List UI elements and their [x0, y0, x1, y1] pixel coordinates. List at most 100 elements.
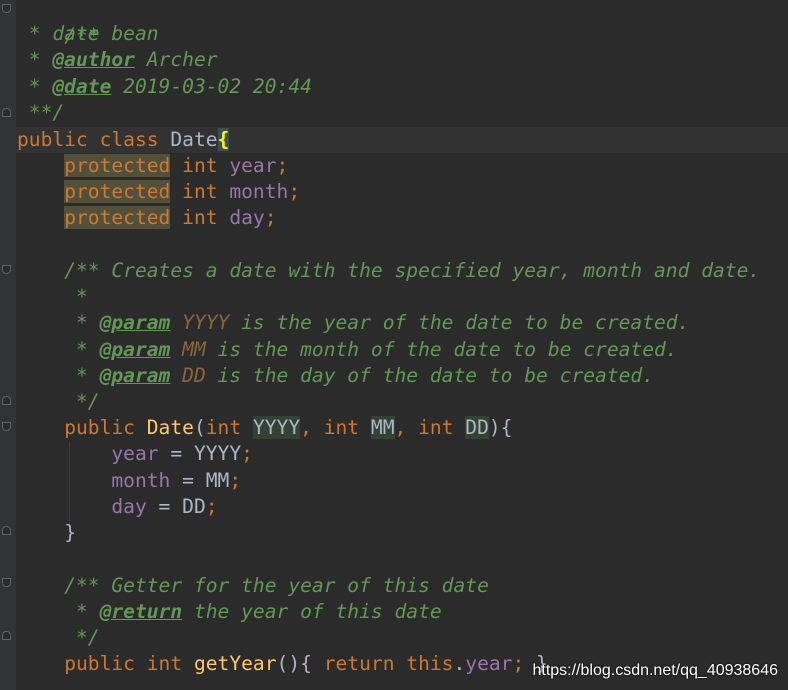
- fold-toggle-icon[interactable]: [2, 631, 11, 640]
- param-name: DD: [465, 416, 489, 439]
- class-name: Date: [170, 128, 218, 151]
- keyword: int: [182, 154, 218, 177]
- field-name: day: [111, 495, 147, 518]
- code-line: year = YYYY;: [17, 441, 253, 467]
- keyword: public: [17, 128, 88, 151]
- keyword: class: [99, 128, 159, 151]
- code-line: }: [17, 520, 76, 546]
- field-name: month: [111, 469, 171, 492]
- matched-brace: {: [217, 128, 230, 151]
- dot: .: [453, 652, 466, 675]
- javadoc-text: is the year of the date to be created.: [229, 311, 690, 334]
- keyword: int: [146, 652, 183, 675]
- paren: (: [193, 416, 206, 439]
- code-editor[interactable]: /** * date bean * @author Archer * @date…: [0, 0, 788, 690]
- code-line: * @date 2019-03-02 20:44: [17, 74, 312, 100]
- code-line: * @return the year of this date: [17, 599, 442, 625]
- keyword: return: [323, 652, 395, 675]
- javadoc-text: *: [64, 338, 100, 361]
- code-line: * @author Archer: [17, 47, 218, 73]
- javadoc-text: *: [64, 311, 100, 334]
- assignment: = YYYY: [158, 442, 242, 465]
- keyword: int: [182, 206, 218, 229]
- keyword: int: [182, 180, 218, 203]
- fold-toggle-icon[interactable]: [2, 396, 11, 405]
- keyword: int: [418, 416, 454, 439]
- code-line: public Date(int YYYY, int MM, int DD){: [17, 415, 512, 441]
- javadoc-tag: @param: [99, 311, 171, 334]
- keyword: int: [205, 416, 242, 439]
- code-line: public int getYear(){ return this.year; …: [17, 651, 548, 677]
- method-name: getYear: [193, 652, 277, 675]
- javadoc-text: date bean: [52, 22, 159, 45]
- field-name: year: [465, 652, 513, 675]
- fold-toggle-icon[interactable]: [2, 265, 11, 274]
- javadoc-text: *: [64, 364, 100, 387]
- javadoc-tag: @date: [52, 75, 112, 98]
- code-line: public class Date{: [17, 127, 230, 153]
- semicolon: ;: [205, 495, 218, 518]
- javadoc-tag: @author: [52, 48, 135, 71]
- code-line: /** Creates a date with the specified ye…: [17, 258, 760, 284]
- javadoc-text: *: [17, 48, 53, 71]
- keyword: protected: [64, 180, 171, 203]
- semicolon: ;: [241, 442, 253, 465]
- semicolon: ;: [288, 180, 301, 203]
- paren: (){: [276, 652, 324, 675]
- fold-toggle-icon[interactable]: [2, 578, 11, 587]
- keyword: int: [323, 416, 360, 439]
- javadoc-tag: @param: [99, 364, 171, 387]
- code-line: protected int month;: [17, 179, 300, 205]
- field-name: year: [111, 442, 159, 465]
- keyword: public: [64, 416, 135, 439]
- comma: ,: [300, 416, 324, 439]
- code-line: *: [17, 284, 88, 310]
- semicolon: ;: [229, 469, 242, 492]
- keyword: protected: [64, 206, 171, 229]
- code-line: * @param MM is the month of the date to …: [17, 337, 678, 363]
- semicolon: ;: [512, 652, 525, 675]
- param-name: YYYY: [182, 311, 230, 334]
- brace: }: [64, 521, 76, 544]
- javadoc-text: *: [17, 75, 53, 98]
- fold-toggle-icon[interactable]: [2, 108, 11, 117]
- keyword: this: [406, 652, 454, 675]
- field-name: day: [229, 206, 265, 229]
- assignment: = DD: [146, 495, 206, 518]
- code-line: */: [17, 625, 100, 651]
- paren: ){: [488, 416, 513, 439]
- code-line: month = MM;: [17, 468, 241, 494]
- javadoc-tag: @return: [99, 600, 183, 623]
- fold-toggle-icon[interactable]: [2, 526, 11, 535]
- assignment: = MM: [170, 469, 230, 492]
- code-line: /**: [17, 0, 99, 47]
- watermark: https://blog.csdn.net/qq_40938646: [532, 662, 778, 679]
- code-line: * date bean: [17, 21, 159, 47]
- javadoc-text: Archer: [134, 48, 218, 71]
- semicolon: ;: [264, 206, 277, 229]
- javadoc-text: the year of this date: [182, 600, 442, 623]
- javadoc-text: */: [64, 390, 100, 413]
- javadoc-text: *: [17, 22, 53, 45]
- javadoc-text: *: [64, 285, 88, 308]
- keyword: protected: [64, 154, 171, 177]
- javadoc-text: *: [64, 600, 100, 623]
- javadoc-text: /**: [64, 574, 112, 597]
- javadoc-text: Creates a date with the specified year, …: [111, 259, 761, 282]
- fold-toggle-icon[interactable]: [2, 422, 11, 431]
- javadoc-text: is the month of the date to be created.: [205, 338, 678, 361]
- method-name: Date: [146, 416, 194, 439]
- code-line: */: [17, 389, 100, 415]
- code-line: protected int year;: [17, 153, 288, 179]
- javadoc-text: 2019-03-02 20:44: [111, 75, 312, 98]
- semicolon: ;: [276, 154, 289, 177]
- param-name: MM: [370, 416, 395, 439]
- javadoc-text: is the day of the date to be created.: [205, 364, 655, 387]
- keyword: public: [64, 652, 135, 675]
- code-line: * @param DD is the day of the date to be…: [17, 363, 654, 389]
- field-name: month: [229, 180, 289, 203]
- param-name: MM: [182, 338, 206, 361]
- javadoc-text: */: [64, 626, 100, 649]
- fold-toggle-icon[interactable]: [2, 4, 11, 13]
- code-line: day = DD;: [17, 494, 218, 520]
